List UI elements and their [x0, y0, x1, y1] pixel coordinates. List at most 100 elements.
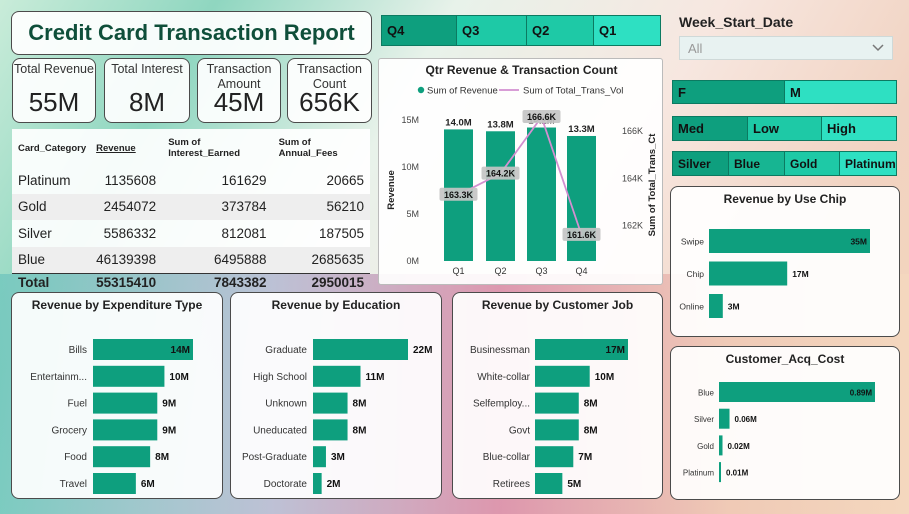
use-chip-chart-panel: Revenue by Use Chip Swipe 35M Chip 17M Onlin…	[670, 186, 900, 337]
data-label: 3M	[331, 452, 345, 463]
data-label: 8M	[584, 425, 598, 436]
data-label: 17M	[792, 269, 809, 279]
category-label: Swipe	[681, 237, 704, 247]
slicer-option-q1[interactable]: Q1	[594, 16, 660, 45]
slicer-option-label: Q3	[462, 23, 480, 38]
y-tick-label: 0M	[406, 256, 419, 266]
qtr-revenue-chart-panel: Qtr Revenue & Transaction Count Sum of Re…	[378, 58, 663, 285]
category-label: Chip	[687, 269, 705, 279]
slicer-option-q4[interactable]: Q4	[382, 16, 457, 45]
category-label: Food	[64, 452, 87, 463]
data-label: 13.8M	[487, 119, 513, 130]
slicer-option-q3[interactable]: Q3	[457, 16, 527, 45]
y2-tick-label: 164K	[622, 173, 643, 183]
bar	[313, 339, 408, 360]
data-label: 14M	[171, 345, 190, 356]
col-header-interest[interactable]: Sum of Interest_Earned	[162, 129, 272, 167]
bar	[719, 435, 723, 456]
bar	[313, 392, 348, 414]
table-row[interactable]: Gold 2454072 373784 56210	[12, 193, 370, 220]
expenditure-chart-panel: Revenue by Expenditure Type Bills 14M Ente…	[11, 292, 223, 499]
slicer-option-blue[interactable]: Blue	[729, 152, 785, 175]
qtr-revenue-combo-chart: Qtr Revenue & Transaction Count Sum of Re…	[386, 63, 658, 276]
y2-tick-label: 162K	[622, 220, 643, 230]
category-label: Businessman	[470, 345, 530, 356]
bar	[709, 261, 788, 286]
y-tick-label: 15M	[401, 115, 419, 125]
data-label: 22M	[413, 345, 432, 356]
table-row[interactable]: Blue 46139398 6495888 2685635	[12, 246, 370, 273]
week-slicer-title: Week_Start_Date	[679, 14, 794, 30]
data-label: 0.02M	[728, 442, 751, 451]
data-label: 14.0M	[445, 117, 471, 128]
report-title-card: Credit Card Transaction Report	[11, 11, 372, 55]
line-data-label: 164.2K	[486, 169, 516, 179]
slicer-option-f[interactable]: F	[673, 81, 785, 103]
bar	[93, 446, 151, 468]
acq-cost-chart-panel: Customer_Acq_Cost Blue 0.89M Silver 0.06M Go…	[670, 346, 900, 500]
slicer-option-m[interactable]: M	[785, 81, 896, 103]
table-cell: 6495888	[162, 246, 273, 273]
category-label: Retirees	[493, 479, 530, 490]
col-header-revenue[interactable]: Revenue	[90, 129, 162, 167]
kpi-value: 8M	[128, 87, 166, 117]
quarter-slicer: Q4 Q3 Q2 Q1	[381, 15, 661, 46]
category-label: Govt	[509, 425, 530, 436]
bar	[93, 392, 158, 414]
table-total-row: Total 55315410 7843382 2950015	[12, 272, 370, 292]
data-label: 8M	[584, 399, 598, 410]
table-row[interactable]: Platinum 1135608 161629 20665	[12, 167, 370, 194]
chevron-down-icon	[872, 44, 884, 52]
slicer-option-silver[interactable]: Silver	[673, 152, 729, 175]
trans-count-line	[458, 115, 583, 236]
table-cell: 161629	[221, 172, 267, 188]
slicer-option-low[interactable]: Low	[748, 117, 822, 140]
data-label: 13.3M	[568, 124, 594, 135]
chart-title: Revenue by Expenditure Type	[31, 298, 203, 312]
card-category-slicer: Silver Blue Gold Platinum	[672, 151, 897, 176]
week-dropdown[interactable]: All	[679, 36, 893, 60]
col-header-annual-fees[interactable]: Sum of Annual_Fees	[273, 129, 370, 167]
bar	[93, 473, 136, 494]
kpi-label: Total Revenue	[14, 62, 94, 76]
gender-slicer: F M	[672, 80, 897, 104]
y2-axis-title: Sum of Total_Trans_Ct	[647, 133, 658, 237]
data-label: 8M	[155, 452, 169, 463]
table-cell: Blue	[12, 246, 91, 273]
data-label: 7M	[578, 452, 592, 463]
legend-label: Sum of Total_Trans_Vol	[523, 86, 623, 97]
table-cell: 1135608	[104, 172, 157, 188]
data-label: 8M	[353, 399, 367, 410]
chart-title: Customer_Acq_Cost	[725, 352, 845, 366]
table-row[interactable]: Silver 5586332 812081 187505	[12, 220, 370, 247]
data-label: 8M	[353, 425, 367, 436]
col-header-card-category[interactable]: Card_Category	[12, 129, 90, 167]
slicer-option-q2[interactable]: Q2	[527, 16, 594, 45]
card-category-table: Card_Category Revenue Sum of Interest_Ea…	[12, 129, 370, 292]
data-label: 35M	[850, 237, 867, 247]
slicer-option-platinum[interactable]: Platinum	[840, 152, 896, 175]
category-label: Blue-collar	[483, 452, 531, 463]
bar	[313, 473, 322, 494]
bar	[535, 446, 574, 468]
slicer-option-label: Q4	[387, 23, 405, 38]
slicer-option-gold[interactable]: Gold	[785, 152, 840, 175]
table-cell: Platinum	[18, 172, 71, 188]
slicer-option-label: F	[678, 84, 686, 100]
category-label: High School	[253, 372, 307, 383]
data-label: 10M	[169, 372, 188, 383]
slicer-option-high[interactable]: High	[822, 117, 896, 140]
slicer-option-med[interactable]: Med	[673, 117, 748, 140]
education-chart-panel: Revenue by Education Graduate 22M High Sch…	[230, 292, 442, 499]
education-bar-chart: Graduate 22M High School 11M Unknown 8M Uneduc…	[242, 339, 432, 494]
table-cell: Total	[12, 272, 91, 292]
data-label: 0.01M	[726, 469, 749, 478]
slicer-option-label: Q2	[532, 23, 550, 38]
data-label: 3M	[728, 302, 740, 312]
data-label: 6M	[141, 479, 155, 490]
slicer-option-label: Q1	[599, 23, 617, 38]
kpi-value: 656K	[299, 87, 360, 117]
bar	[709, 229, 870, 253]
slicer-option-label: M	[790, 84, 801, 100]
bar	[567, 135, 596, 261]
